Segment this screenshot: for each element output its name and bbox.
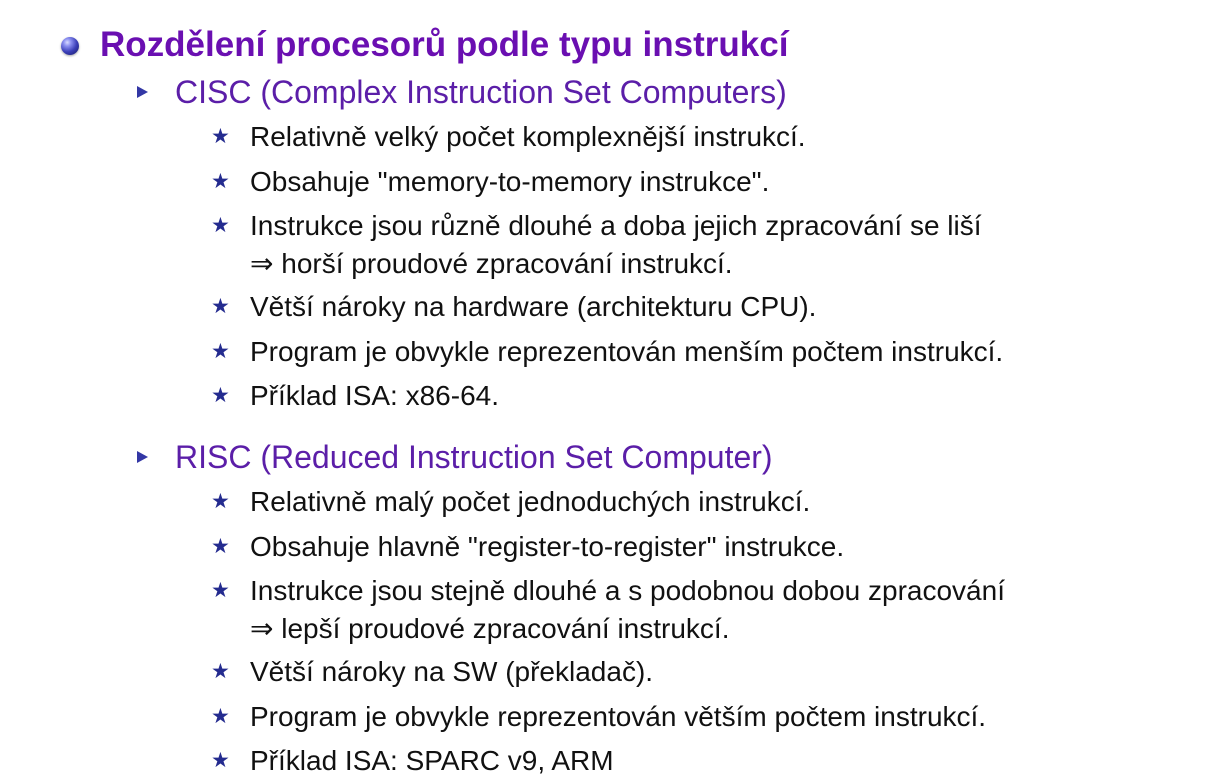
triangle-bullet-icon bbox=[137, 451, 148, 463]
section-heading-cisc: CISC (Complex Instruction Set Computers) bbox=[175, 74, 787, 110]
star-bullet-icon: ★ bbox=[211, 490, 230, 513]
star-bullet-icon: ★ bbox=[211, 535, 230, 558]
star-bullet-icon: ★ bbox=[211, 579, 230, 602]
star-bullet-icon: ★ bbox=[211, 295, 230, 318]
star-bullet-icon: ★ bbox=[211, 125, 230, 148]
slide: Rozdělení procesorů podle typu instrukcí… bbox=[0, 0, 1217, 778]
list-item-continuation: ⇒ horší proudové zpracování instrukcí. bbox=[250, 248, 733, 279]
star-bullet-icon: ★ bbox=[211, 170, 230, 193]
list-item: Relativně malý počet jednoduchých instru… bbox=[250, 486, 811, 517]
list-item: Větší nároky na hardware (architekturu C… bbox=[250, 291, 817, 322]
star-bullet-icon: ★ bbox=[211, 705, 230, 728]
list-item: Obsahuje hlavně "register-to-register" i… bbox=[250, 531, 845, 562]
list-item: Příklad ISA: x86-64. bbox=[250, 380, 500, 411]
list-item: Program je obvykle reprezentován větším … bbox=[250, 701, 987, 732]
list-item: Příklad ISA: SPARC v9, ARM bbox=[250, 745, 614, 776]
star-bullet-icon: ★ bbox=[211, 749, 230, 772]
star-bullet-icon: ★ bbox=[211, 384, 230, 407]
list-item: Program je obvykle reprezentován menším … bbox=[250, 336, 1004, 367]
triangle-bullet-icon bbox=[137, 86, 148, 98]
list-item: Obsahuje "memory-to-memory instrukce". bbox=[250, 166, 770, 197]
list-item: Instrukce jsou různě dlouhé a doba jejic… bbox=[250, 210, 982, 241]
list-item: Instrukce jsou stejně dlouhé a s podobno… bbox=[250, 575, 1005, 606]
sphere-bullet-icon bbox=[61, 37, 79, 55]
slide-title: Rozdělení procesorů podle typu instrukcí bbox=[100, 25, 789, 64]
star-bullet-icon: ★ bbox=[211, 340, 230, 363]
star-bullet-icon: ★ bbox=[211, 214, 230, 237]
star-bullet-icon: ★ bbox=[211, 660, 230, 683]
list-item: Větší nároky na SW (překladač). bbox=[250, 656, 654, 687]
list-item-continuation: ⇒ lepší proudové zpracování instrukcí. bbox=[250, 613, 730, 644]
section-heading-risc: RISC (Reduced Instruction Set Computer) bbox=[175, 439, 773, 475]
list-item: Relativně velký počet komplexnější instr… bbox=[250, 121, 806, 152]
